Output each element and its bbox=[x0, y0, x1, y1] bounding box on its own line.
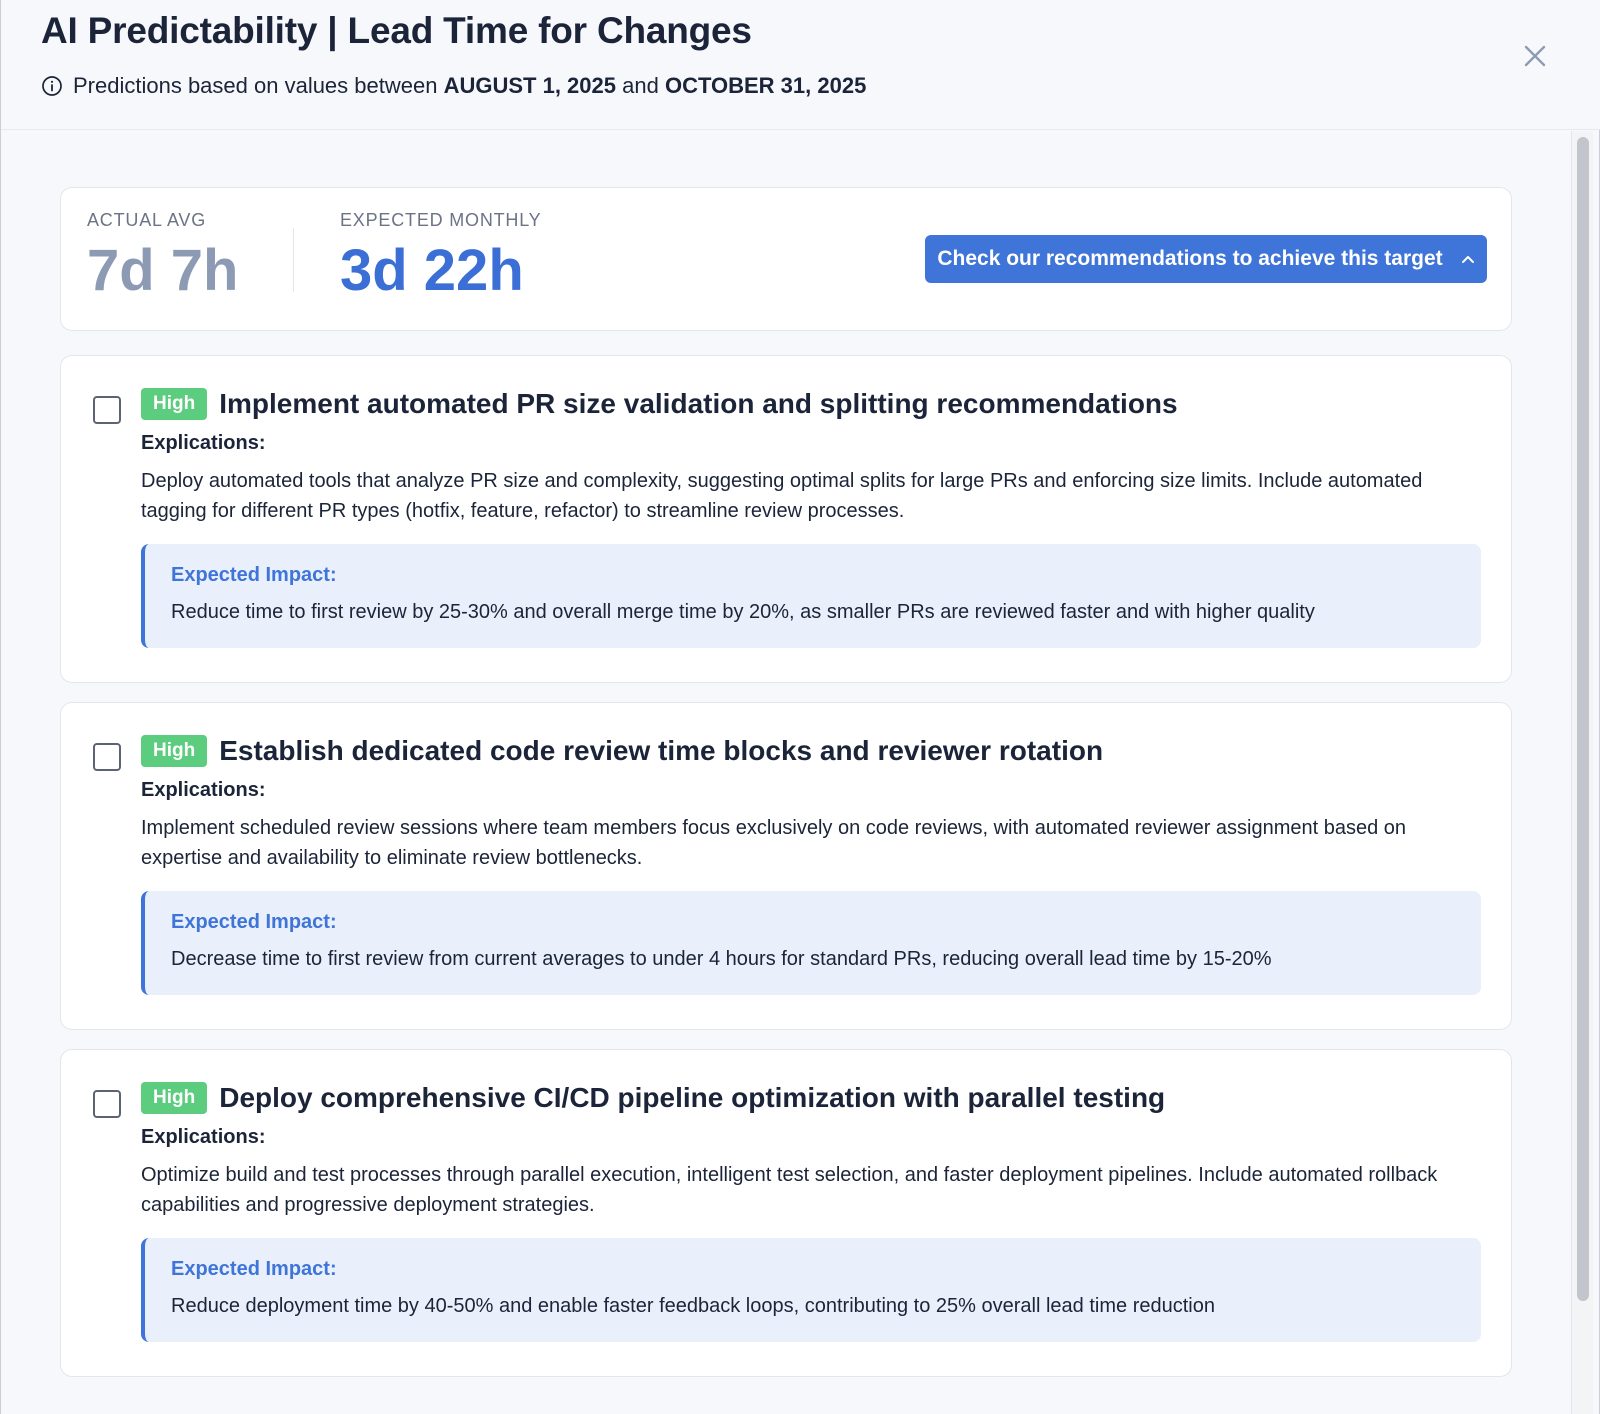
priority-badge: High bbox=[141, 388, 208, 420]
recommendation-checkbox[interactable] bbox=[93, 396, 121, 424]
recommendations-toggle-label: Check our recommendations to achieve thi… bbox=[937, 247, 1443, 270]
recommendation-title: Deploy comprehensive CI/CD pipeline opti… bbox=[219, 1082, 1166, 1113]
explications-label: Explications: bbox=[141, 432, 266, 454]
expected-impact-text: Reduce time to first review by 25-30% an… bbox=[171, 601, 1315, 623]
recommendation-title: Implement automated PR size validation a… bbox=[219, 388, 1178, 419]
modal-header: AI Predictability | Lead Time for Change… bbox=[1, 0, 1600, 130]
stat-divider bbox=[293, 228, 294, 292]
close-icon bbox=[1524, 45, 1546, 67]
recommendation-card: High Implement automated PR size validat… bbox=[60, 355, 1512, 683]
explications-label: Explications: bbox=[141, 779, 266, 801]
scrollbar-thumb[interactable] bbox=[1577, 137, 1589, 1301]
scrollbar[interactable] bbox=[1571, 131, 1593, 1414]
info-circle-icon bbox=[41, 75, 63, 97]
explications-text: Deploy automated tools that analyze PR s… bbox=[141, 470, 1423, 522]
recommendations-toggle-button[interactable]: Check our recommendations to achieve thi… bbox=[925, 235, 1487, 283]
explications-label: Explications: bbox=[141, 1126, 266, 1148]
expected-impact-box: Expected Impact: Reduce time to first re… bbox=[141, 544, 1481, 648]
actual-avg-value: 7d 7h bbox=[87, 238, 239, 303]
actual-avg-label: ACTUAL AVG bbox=[87, 210, 207, 230]
range-conjunction: and bbox=[622, 73, 659, 98]
expected-monthly-label: EXPECTED MONTHLY bbox=[340, 210, 542, 230]
expected-impact-box: Expected Impact: Decrease time to first … bbox=[141, 891, 1481, 995]
recommendation-header: High Deploy comprehensive CI/CD pipeline… bbox=[141, 1080, 1165, 1116]
range-start-date: AUGUST 1, 2025 bbox=[443, 73, 616, 98]
explications-text: Optimize build and test processes throug… bbox=[141, 1164, 1438, 1216]
actual-avg-stat: ACTUAL AVG 7d 7h bbox=[87, 210, 239, 301]
recommendation-title: Establish dedicated code review time blo… bbox=[219, 735, 1104, 766]
chevron-up-icon bbox=[1461, 256, 1474, 263]
priority-badge: High bbox=[141, 735, 208, 767]
expected-impact-label: Expected Impact: bbox=[171, 911, 337, 933]
range-end-date: OCTOBER 31, 2025 bbox=[664, 73, 867, 98]
expected-monthly-value: 3d 22h bbox=[340, 238, 524, 303]
close-button[interactable] bbox=[1519, 40, 1551, 72]
expected-impact-text: Decrease time to first review from curre… bbox=[171, 948, 1272, 970]
modal: AI Predictability | Lead Time for Change… bbox=[0, 0, 1600, 1414]
explications-text: Implement scheduled review sessions wher… bbox=[141, 817, 1407, 869]
modal-body: ACTUAL AVG 7d 7h EXPECTED MONTHLY 3d 22h… bbox=[1, 131, 1569, 1414]
expected-impact-label: Expected Impact: bbox=[171, 1258, 337, 1280]
priority-badge: High bbox=[141, 1082, 208, 1114]
recommendation-card: High Establish dedicated code review tim… bbox=[60, 702, 1512, 1030]
recommendation-checkbox[interactable] bbox=[93, 1090, 121, 1118]
stats-card: ACTUAL AVG 7d 7h EXPECTED MONTHLY 3d 22h… bbox=[60, 187, 1512, 331]
expected-monthly-stat: EXPECTED MONTHLY 3d 22h bbox=[340, 210, 542, 301]
range-prefix: Predictions based on values between bbox=[73, 73, 438, 98]
expected-impact-text: Reduce deployment time by 40-50% and ena… bbox=[171, 1295, 1215, 1317]
recommendation-header: High Implement automated PR size validat… bbox=[141, 386, 1178, 422]
recommendation-header: High Establish dedicated code review tim… bbox=[141, 733, 1103, 769]
prediction-range: Predictions based on values between AUGU… bbox=[41, 70, 866, 102]
expected-impact-box: Expected Impact: Reduce deployment time … bbox=[141, 1238, 1481, 1342]
modal-title: AI Predictability | Lead Time for Change… bbox=[41, 10, 752, 51]
recommendation-card: High Deploy comprehensive CI/CD pipeline… bbox=[60, 1049, 1512, 1377]
recommendation-checkbox[interactable] bbox=[93, 743, 121, 771]
expected-impact-label: Expected Impact: bbox=[171, 564, 337, 586]
